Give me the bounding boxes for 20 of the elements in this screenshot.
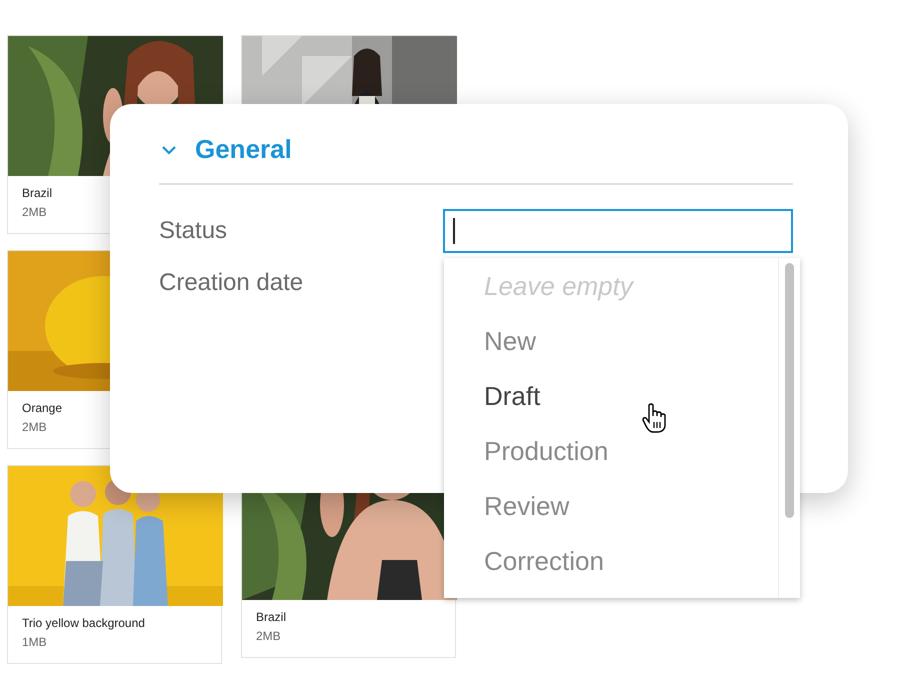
image-title: Brazil [256,610,288,624]
image-title: Trio yellow background [22,616,146,630]
text-cursor [452,218,455,244]
dropdown-option[interactable]: Review [484,488,778,543]
field-label: Status [159,217,228,245]
scrollbar-thumb[interactable] [785,263,794,518]
section-title[interactable]: General [195,134,292,165]
file-size: 2MB [22,205,48,219]
file-size: 2MB [22,420,48,434]
file-size: 2MB [256,629,282,643]
dropdown-option[interactable]: Correction [484,543,778,598]
dropdown-option[interactable]: New [484,323,778,378]
field-label: Creation date [159,269,304,297]
dropdown-option[interactable]: Production [484,433,778,488]
image-title: Orange [22,401,64,415]
status-field[interactable] [442,209,793,253]
image-card[interactable]: Trio yellow background 1MB [7,465,222,664]
dropdown-option[interactable]: Draft [484,378,778,433]
image-title: Brazil [22,186,54,200]
file-size: 1MB [22,635,48,649]
